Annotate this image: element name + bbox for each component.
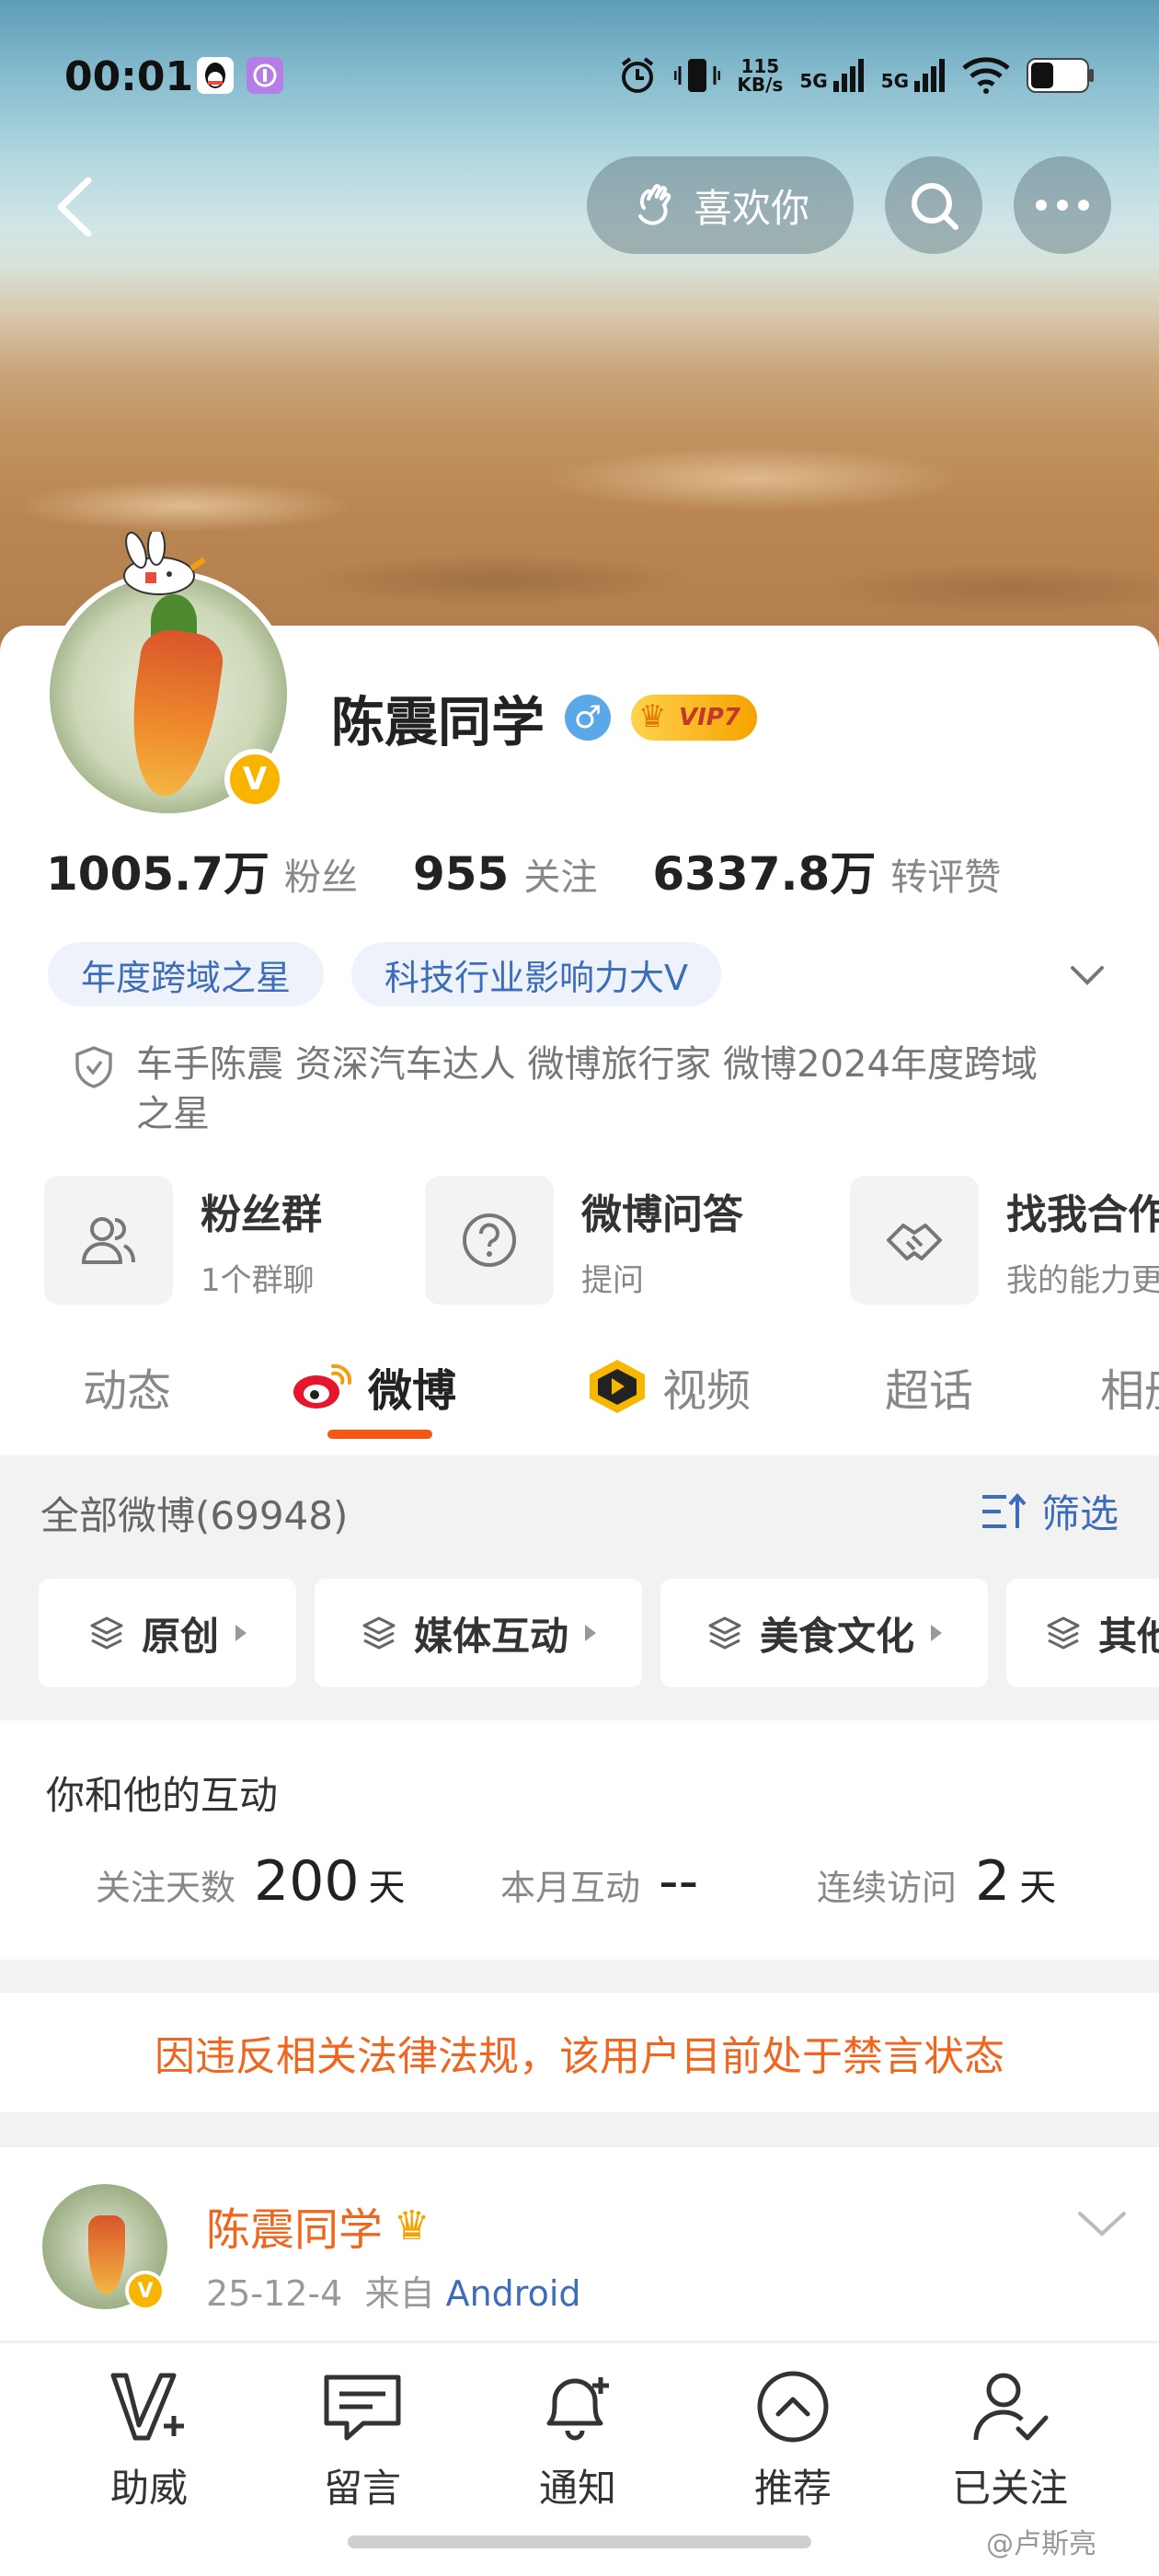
chip-food-culture[interactable]: 美食文化 <box>660 1579 988 1687</box>
back-button[interactable] <box>37 166 110 248</box>
tag-cross-domain-star[interactable]: 年度跨域之星 <box>48 942 325 1006</box>
consecutive-visits-stat: 连续访问 2 天 <box>817 1849 1057 1914</box>
more-dots-icon <box>1036 200 1089 211</box>
male-gender-icon: ♂ <box>565 695 612 741</box>
cheer-icon <box>110 2373 184 2441</box>
feed-filter-chips: 原创 媒体互动 美食文化 其他 <box>39 1579 1159 1689</box>
likes-reposts-stat[interactable]: 6337.8万 转评赞 <box>652 837 1001 903</box>
recommend-button[interactable]: 推荐 <box>719 2365 866 2513</box>
shortcut-fan-group[interactable]: 粉丝群 1个群聊 <box>44 1176 322 1305</box>
qq-app-icon <box>197 57 234 94</box>
profile-tabs: 动态 微博 视频 超话 相册 <box>0 1334 1159 1454</box>
post-meta: 25-12-4 来自 Android <box>206 2273 581 2314</box>
search-button[interactable] <box>885 156 982 254</box>
app-notification-icon <box>247 57 283 94</box>
weibo-count: 全部微博(69948) <box>40 1493 349 1538</box>
layers-icon <box>90 1616 123 1650</box>
home-indicator[interactable] <box>348 2536 811 2548</box>
video-hex-icon <box>590 1360 645 1413</box>
profile-shortcuts: 粉丝群 1个群聊 微博问答 提问 找我合作 我的能力更 <box>44 1176 1159 1305</box>
status-bar: 00:01 115 KB/s 5G 5G <box>0 0 1159 156</box>
followed-button[interactable]: 已关注 <box>936 2365 1084 2513</box>
like-hand-icon <box>637 184 671 225</box>
watermark: @卢斯亮 <box>986 2528 1096 2560</box>
chevron-left-icon <box>57 177 92 237</box>
tab-super-topic[interactable]: 超话 <box>885 1354 973 1419</box>
post-source: Android <box>445 2273 581 2314</box>
shield-check-icon <box>75 1046 112 1088</box>
layers-icon <box>1047 1616 1080 1650</box>
layers-icon <box>708 1616 741 1650</box>
profile-avatar[interactable]: V <box>44 532 293 819</box>
bio-text: 车手陈震 资深汽车达人 微博旅行家 微博2024年度跨域之星 <box>136 1043 1038 1135</box>
post-author-name[interactable]: 陈震同学 ♛ <box>206 2193 430 2258</box>
profile-bio: 车手陈震 资深汽车达人 微博旅行家 微博2024年度跨域之星 <box>74 1040 1049 1139</box>
notify-button[interactable]: 通知 <box>504 2365 651 2513</box>
verified-v-badge: V <box>224 749 285 810</box>
like-you-label: 喜欢你 <box>693 185 809 231</box>
filter-button[interactable]: 筛选 <box>981 1483 1119 1539</box>
wifi-icon <box>962 57 1010 94</box>
profile-stats: 1005.7万 粉丝 955 关注 6337.8万 转评赞 <box>46 837 1056 902</box>
question-icon <box>463 1213 516 1267</box>
shortcut-cooperate[interactable]: 找我合作 我的能力更 <box>850 1176 1159 1305</box>
followed-icon <box>973 2373 1049 2441</box>
tag-tech-influencer[interactable]: 科技行业影响力大V <box>351 942 722 1006</box>
layers-icon <box>362 1616 396 1650</box>
crown-icon: ♛ <box>394 2202 430 2249</box>
chevron-down-icon[interactable] <box>1076 2208 1128 2241</box>
status-time: 00:01 <box>64 53 194 100</box>
crown-icon: ♛ <box>638 698 667 735</box>
cheer-button[interactable]: 助威 <box>75 2365 223 2513</box>
bell-icon <box>546 2377 609 2441</box>
profile-top-bar: 喜欢你 <box>0 156 1159 258</box>
shortcut-weibo-qa[interactable]: 微博问答 提问 <box>425 1176 743 1305</box>
followers-stat[interactable]: 1005.7万 粉丝 <box>46 837 358 903</box>
signal-5g-2: 5G <box>881 59 946 92</box>
profile-name: 陈震同学 <box>331 691 545 753</box>
group-icon <box>81 1217 135 1264</box>
monthly-interaction-stat: 本月互动 -- <box>500 1849 699 1914</box>
profile-tags: 年度跨域之星 科技行业影响力大V <box>48 942 722 1006</box>
ban-notice: 因违反相关法律法规，该用户目前处于禁言状态 <box>0 1993 1159 2112</box>
message-icon <box>324 2375 401 2441</box>
chevron-down-icon[interactable] <box>1067 955 1107 995</box>
battery-icon <box>1027 58 1094 93</box>
vibrate-icon <box>674 59 721 92</box>
tab-video[interactable]: 视频 <box>585 1354 751 1419</box>
recommend-icon <box>757 2371 829 2443</box>
vip-badge[interactable]: ♛ VIP7 <box>631 695 757 741</box>
tab-weibo[interactable]: 微博 <box>291 1354 456 1419</box>
like-you-button[interactable]: 喜欢你 <box>587 156 854 254</box>
post-verified-badge: V <box>125 2271 166 2311</box>
chip-media-interaction[interactable]: 媒体互动 <box>315 1579 642 1687</box>
interaction-title: 你和他的互动 <box>46 1773 279 1818</box>
message-button[interactable]: 留言 <box>289 2365 436 2513</box>
follow-days-stat: 关注天数 200 天 <box>96 1849 406 1914</box>
weibo-logo-icon <box>293 1363 352 1409</box>
filter-sort-icon <box>982 1492 1027 1528</box>
tab-album[interactable]: 相册 <box>1100 1354 1159 1419</box>
tab-activity[interactable]: 动态 <box>83 1354 171 1419</box>
bunny-decoration-icon <box>123 532 206 595</box>
chip-original[interactable]: 原创 <box>39 1579 296 1687</box>
handshake-icon <box>887 1224 942 1260</box>
search-icon <box>912 183 958 230</box>
interaction-card: 你和他的互动 关注天数 200 天 本月互动 -- 连续访问 2 天 <box>0 1720 1159 1960</box>
signal-5g-1: 5G <box>799 59 864 92</box>
more-button[interactable] <box>1014 156 1111 254</box>
network-speed: 115 KB/s <box>737 55 784 96</box>
following-stat[interactable]: 955 关注 <box>413 847 597 901</box>
chip-other[interactable]: 其他 <box>1006 1579 1159 1687</box>
active-tab-indicator <box>327 1430 432 1439</box>
alarm-icon <box>622 57 654 93</box>
weibo-post[interactable]: V 陈震同学 ♛ 25-12-4 来自 Android <box>0 2147 1159 2340</box>
